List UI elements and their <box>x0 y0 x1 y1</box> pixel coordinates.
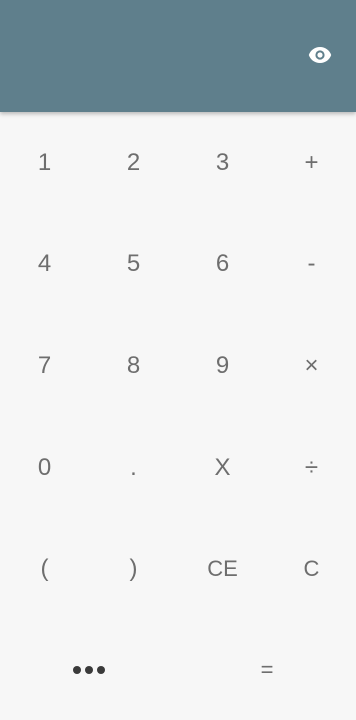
key-5[interactable]: 5 <box>89 214 178 316</box>
key-1[interactable]: 1 <box>0 112 89 214</box>
key-clear[interactable]: C <box>267 518 356 620</box>
key-3[interactable]: 3 <box>178 112 267 214</box>
key-4[interactable]: 4 <box>0 214 89 316</box>
key-minus[interactable]: - <box>267 214 356 316</box>
more-horizontal-icon <box>73 666 105 674</box>
key-x[interactable]: X <box>178 417 267 519</box>
app-header <box>0 0 356 112</box>
key-clear-entry[interactable]: CE <box>178 518 267 620</box>
equals-button[interactable]: = <box>178 620 356 720</box>
key-open-paren[interactable]: ( <box>0 518 89 620</box>
key-7[interactable]: 7 <box>0 315 89 417</box>
key-plus[interactable]: + <box>267 112 356 214</box>
key-close-paren[interactable]: ) <box>89 518 178 620</box>
key-9[interactable]: 9 <box>178 315 267 417</box>
keypad: 1 2 3 + 4 5 6 - 7 8 9 × 0 . X ÷ ( ) CE C <box>0 112 356 620</box>
calculator-app: 1 2 3 + 4 5 6 - 7 8 9 × 0 . X ÷ ( ) CE C… <box>0 0 356 720</box>
more-button[interactable] <box>0 620 178 720</box>
key-0[interactable]: 0 <box>0 417 89 519</box>
key-divide[interactable]: ÷ <box>267 417 356 519</box>
key-multiply[interactable]: × <box>267 315 356 417</box>
bottom-row: = <box>0 620 356 720</box>
key-2[interactable]: 2 <box>89 112 178 214</box>
key-decimal[interactable]: . <box>89 417 178 519</box>
toggle-visibility-button[interactable] <box>302 40 338 70</box>
eye-icon <box>308 47 332 63</box>
key-8[interactable]: 8 <box>89 315 178 417</box>
key-6[interactable]: 6 <box>178 214 267 316</box>
